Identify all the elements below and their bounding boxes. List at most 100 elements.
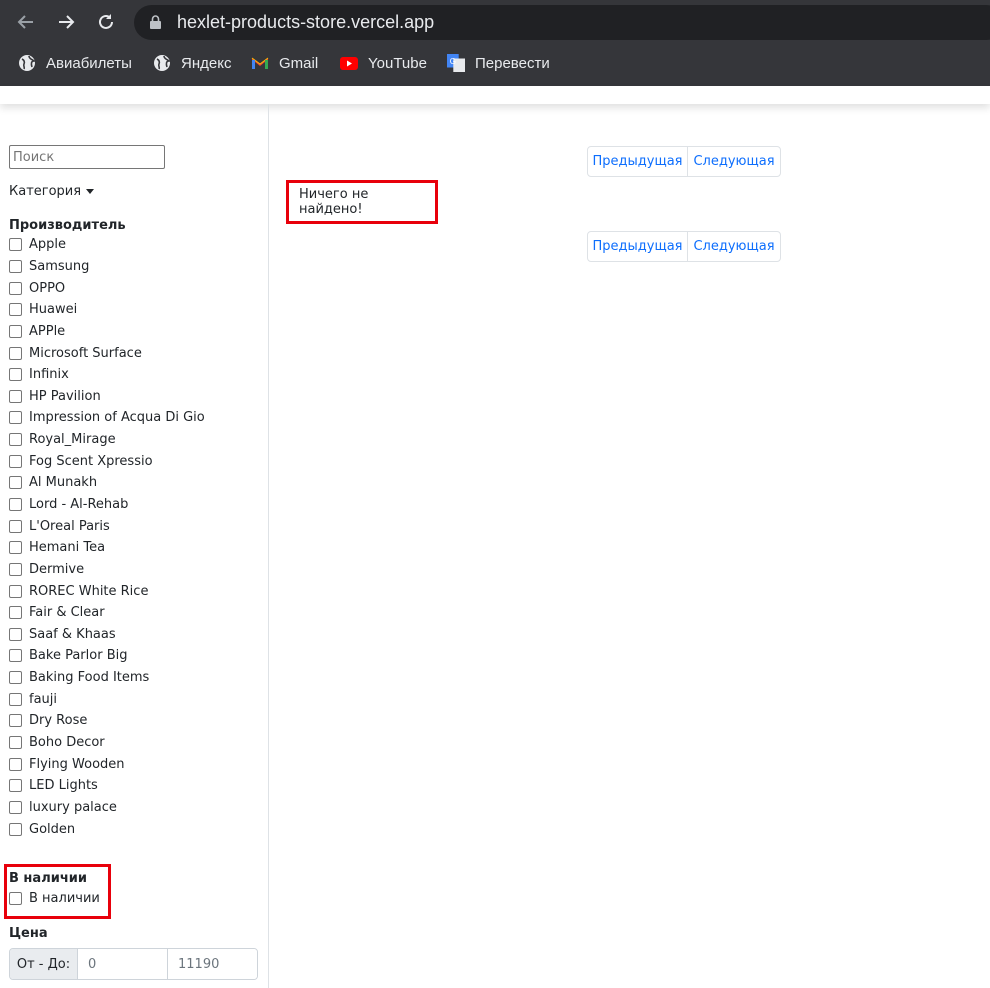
brand-checkbox[interactable] [9, 606, 22, 620]
brand-checkbox[interactable] [9, 259, 22, 273]
lock-icon [150, 15, 161, 29]
price-max-input[interactable] [168, 949, 257, 979]
brand-filter-item[interactable]: Apple [9, 234, 205, 256]
prev-page-button[interactable]: Предыдущая [588, 232, 688, 261]
brand-label: APPle [29, 323, 66, 339]
brand-label: Huawei [29, 302, 78, 318]
brand-filter-item[interactable]: Dermive [9, 559, 205, 581]
category-dropdown[interactable]: Категория [9, 184, 95, 199]
brand-label: Baking Food Items [29, 670, 150, 686]
bookmark-youtube[interactable]: YouTube [340, 50, 427, 76]
brand-filter-item[interactable]: Saaf & Khaas [9, 624, 205, 646]
brand-filter-item[interactable]: fauji [9, 688, 205, 710]
empty-message: Ничего не найдено! [286, 180, 438, 224]
brand-filter-item[interactable]: Microsoft Surface [9, 342, 205, 364]
brand-checkbox[interactable] [9, 649, 22, 663]
brand-filter-item[interactable]: Golden [9, 818, 205, 840]
brand-filter-item[interactable]: ROREC White Rice [9, 580, 205, 602]
brand-checkbox[interactable] [9, 498, 22, 511]
brand-checkbox[interactable] [9, 562, 22, 576]
price-min-input[interactable] [78, 949, 168, 979]
brand-label: Boho Decor [29, 735, 105, 751]
brand-label: Fair & Clear [29, 605, 105, 621]
brand-filter-item[interactable]: Huawei [9, 299, 205, 321]
brand-filter-item[interactable]: Dry Rose [9, 710, 205, 732]
brand-filter-item[interactable]: Al Munakh [9, 472, 205, 494]
brand-checkbox[interactable] [9, 346, 22, 360]
brand-checkbox[interactable] [9, 800, 22, 814]
in-stock-title: В наличии [9, 871, 87, 886]
brand-filter-item[interactable]: APPle [9, 321, 205, 343]
brand-filter-item[interactable]: Impression of Acqua Di Gio [9, 407, 205, 429]
brand-label: Dry Rose [29, 713, 88, 729]
brand-label: Fog Scent Xpressio [29, 453, 153, 469]
brand-checkbox[interactable] [9, 541, 22, 555]
brand-checkbox[interactable] [9, 671, 22, 685]
bookmark-label: Яндекс [181, 54, 232, 72]
brand-checkbox[interactable] [9, 584, 22, 598]
bookmark-translate[interactable]: G Перевести [447, 50, 550, 76]
browser-chrome: hexlet-products-store.vercel.app Авиабил… [0, 0, 990, 86]
youtube-icon [340, 54, 358, 72]
back-button[interactable] [12, 8, 40, 36]
bookmark-gmail[interactable]: Gmail [251, 50, 318, 76]
brand-filter-item[interactable]: LED Lights [9, 775, 205, 797]
brand-filter-item[interactable]: Samsung [9, 256, 205, 278]
brand-checkbox[interactable] [9, 779, 22, 793]
search-input[interactable] [9, 145, 165, 169]
prev-page-button[interactable]: Предыдущая [588, 147, 688, 176]
category-label: Категория [9, 184, 82, 199]
bookmark-aviabilety[interactable]: Авиабилеты [18, 50, 132, 76]
brand-filter-item[interactable]: Baking Food Items [9, 667, 205, 689]
brand-filter-item[interactable]: Fog Scent Xpressio [9, 450, 205, 472]
brand-checkbox[interactable] [9, 238, 22, 252]
in-stock-checkbox[interactable] [9, 892, 22, 905]
brand-checkbox[interactable] [9, 303, 22, 317]
brand-label: ROREC White Rice [29, 583, 149, 599]
in-stock-filter[interactable]: В наличии [9, 891, 100, 906]
brand-checkbox[interactable] [9, 714, 22, 728]
brand-filter-item[interactable]: Bake Parlor Big [9, 645, 205, 667]
brand-checkbox[interactable] [9, 281, 22, 295]
brand-filter-item[interactable]: Royal_Mirage [9, 429, 205, 451]
brand-checkbox[interactable] [9, 822, 22, 836]
brand-filter-item[interactable]: Flying Wooden [9, 753, 205, 775]
brand-label: HP Pavilion [29, 388, 101, 404]
brand-filter-item[interactable]: Fair & Clear [9, 602, 205, 624]
brand-filter-item[interactable]: Hemani Tea [9, 537, 205, 559]
bookmark-label: Перевести [475, 54, 550, 72]
brand-checkbox[interactable] [9, 389, 22, 403]
next-page-button[interactable]: Следующая [688, 147, 780, 176]
brand-checkbox[interactable] [9, 519, 22, 533]
gmail-icon [251, 54, 269, 72]
price-range: От - До: [9, 948, 258, 980]
brand-checkbox[interactable] [9, 368, 22, 382]
brand-checkbox[interactable] [9, 454, 22, 468]
brand-filter-item[interactable]: HP Pavilion [9, 385, 205, 407]
brand-checkbox[interactable] [9, 476, 22, 490]
brand-checkbox[interactable] [9, 692, 22, 706]
brand-checkbox[interactable] [9, 324, 22, 338]
brand-filter-item[interactable]: L'Oreal Paris [9, 515, 205, 537]
brand-filter-item[interactable]: OPPO [9, 277, 205, 299]
brand-checkbox[interactable] [9, 757, 22, 771]
brand-filter-item[interactable]: luxury palace [9, 797, 205, 819]
price-title: Цена [9, 926, 48, 941]
forward-button[interactable] [52, 8, 80, 36]
reload-button[interactable] [92, 8, 120, 36]
brand-filter-item[interactable]: Boho Decor [9, 732, 205, 754]
bookmark-yandex[interactable]: Яндекс [153, 50, 231, 76]
brand-label: Dermive [29, 561, 85, 577]
caret-down-icon [86, 189, 95, 194]
brand-label: Royal_Mirage [29, 432, 116, 448]
brand-label: Apple [29, 237, 67, 253]
brand-filter-item[interactable]: Lord - Al-Rehab [9, 494, 205, 516]
brand-checkbox[interactable] [9, 736, 22, 750]
brand-checkbox[interactable] [9, 627, 22, 641]
brand-label: Lord - Al-Rehab [29, 497, 129, 512]
next-page-button[interactable]: Следующая [688, 232, 780, 261]
brand-checkbox[interactable] [9, 433, 22, 447]
brand-checkbox[interactable] [9, 411, 22, 425]
address-bar[interactable]: hexlet-products-store.vercel.app [134, 5, 990, 40]
brand-filter-item[interactable]: Infinix [9, 364, 205, 386]
